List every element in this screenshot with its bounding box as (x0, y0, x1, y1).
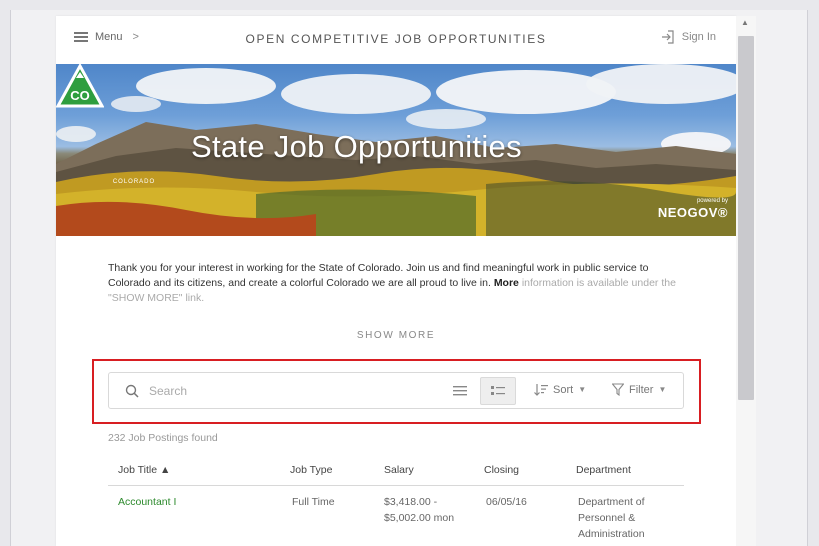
search-input[interactable] (149, 381, 399, 401)
results-count: 232 Job Postings found (108, 432, 218, 444)
scrollbar-thumb[interactable] (738, 36, 754, 400)
sort-caret-icon: ▼ (578, 385, 587, 394)
top-bar: Menu > OPEN COMPETITIVE JOB OPPORTUNITIE… (56, 16, 736, 64)
svg-text:CO: CO (70, 88, 90, 103)
list-icon (453, 386, 467, 396)
neogov-logo-text: NEOGOV® (657, 205, 728, 220)
sort-label: Sort (553, 383, 574, 396)
sort-icon (534, 384, 548, 396)
filter-label: Filter (629, 383, 654, 396)
job-table: Job Title ▲ Job Type Salary Closing Depa… (108, 456, 684, 546)
intro-more-link[interactable]: More (494, 277, 519, 289)
page: Menu > OPEN COMPETITIVE JOB OPPORTUNITIE… (56, 16, 736, 546)
search-icon (125, 384, 139, 398)
show-more-button[interactable]: SHOW MORE (56, 330, 736, 341)
scroll-up-arrow-icon[interactable]: ▲ (741, 18, 749, 27)
salary-cell: $3,418.00 - $5,002.00 mon (384, 494, 454, 526)
card-view-button[interactable] (480, 377, 516, 405)
sign-in-icon (661, 30, 674, 44)
column-header-closing[interactable]: Closing (484, 464, 519, 476)
filter-button[interactable]: Filter ▼ (612, 383, 666, 396)
powered-by-label: powered by (696, 198, 728, 204)
column-header-salary[interactable]: Salary (384, 464, 414, 476)
colorado-caption: COLORADO (112, 179, 156, 185)
filter-icon (612, 383, 624, 396)
sign-in-button[interactable]: Sign In (661, 30, 716, 44)
column-header-job-title[interactable]: Job Title ▲ (118, 464, 170, 476)
hero-banner: CO COLORADO State Job Opportunities powe… (56, 64, 736, 236)
filter-caret-icon: ▼ (658, 385, 667, 394)
salary-line-2: $5,002.00 mon (384, 512, 455, 524)
card-list-icon (491, 386, 505, 395)
column-header-job-type[interactable]: Job Type (290, 464, 332, 476)
department-line-2: Personnel & (578, 512, 636, 524)
list-view-button[interactable] (449, 382, 471, 400)
neogov-badge: powered by NEOGOV® (658, 198, 728, 222)
department-line-3: Administration (578, 528, 645, 540)
salary-line-1: $3,418.00 - (384, 496, 438, 508)
job-title-link[interactable]: Accountant I (118, 494, 176, 510)
job-type-cell: Full Time (292, 496, 335, 508)
closing-cell: 06/05/16 (486, 496, 527, 508)
vertical-scrollbar[interactable]: ▲ (736, 16, 756, 546)
intro-text: Thank you for your interest in working f… (108, 261, 688, 306)
table-row[interactable]: Accountant I Full Time $3,418.00 - $5,00… (108, 486, 684, 546)
table-header: Job Title ▲ Job Type Salary Closing Depa… (108, 456, 684, 486)
colorado-logo: CO (56, 64, 104, 108)
column-header-department[interactable]: Department (576, 464, 631, 476)
department-line-1: Department of (578, 496, 645, 508)
page-title: OPEN COMPETITIVE JOB OPPORTUNITIES (245, 32, 547, 46)
department-cell: Department of Personnel & Administration (578, 494, 645, 542)
banner-title: State Job Opportunities (191, 129, 522, 164)
sign-in-label: Sign In (681, 31, 716, 43)
search-toolbar: Sort ▼ Filter ▼ (108, 372, 684, 409)
sort-button[interactable]: Sort ▼ (534, 383, 586, 396)
